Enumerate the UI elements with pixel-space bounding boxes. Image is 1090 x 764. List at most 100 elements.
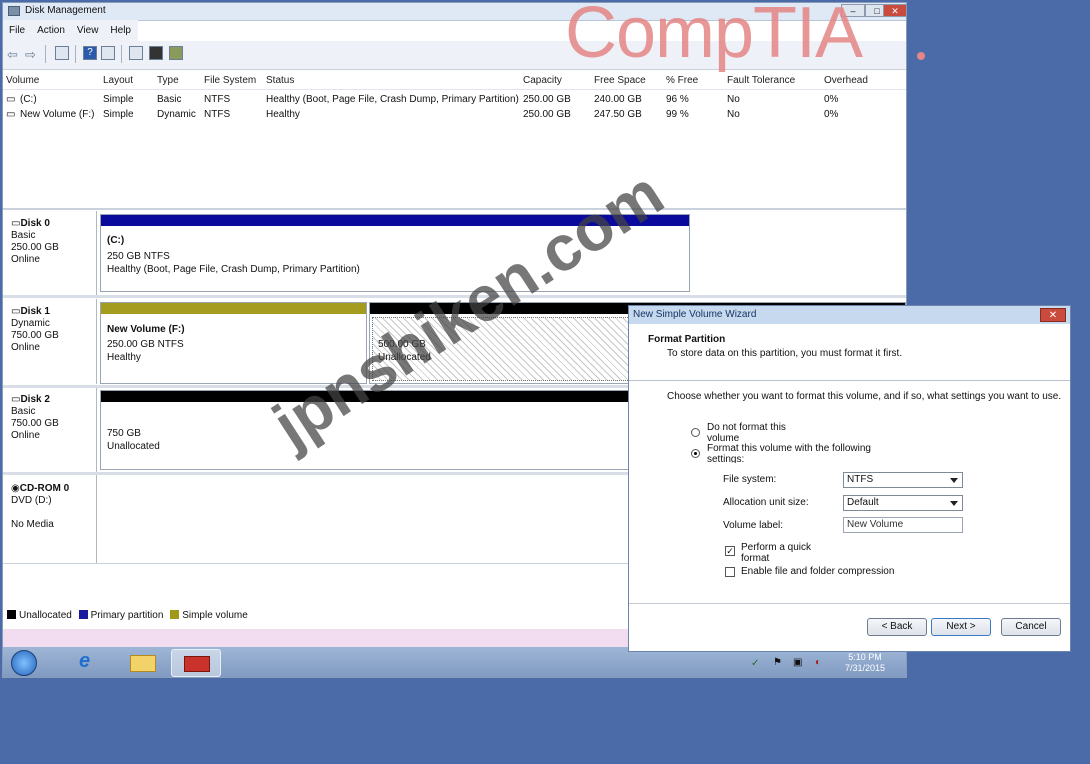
- cell-free: 247.50 GB: [594, 109, 642, 120]
- col-layout[interactable]: Layout: [103, 75, 133, 86]
- cell-fs: NTFS: [204, 109, 231, 120]
- legend-unallocated: Unallocated: [19, 610, 72, 621]
- compression-checkbox[interactable]: [725, 567, 735, 577]
- col-fault-tolerance[interactable]: Fault Tolerance: [727, 75, 795, 86]
- col-free-space[interactable]: Free Space: [594, 75, 646, 86]
- col-capacity[interactable]: Capacity: [523, 75, 562, 86]
- disk-kind: Dynamic: [11, 318, 50, 329]
- disk-name: CD-ROM 0: [19, 483, 70, 494]
- volume-muted-icon[interactable]: ◐: [815, 657, 821, 668]
- radio-format-volume-label: Format this volume with the following se…: [707, 443, 871, 463]
- partition-status: Healthy (Boot, Page File, Crash Dump, Pr…: [107, 264, 360, 275]
- toolbox-app-icon[interactable]: [171, 649, 221, 677]
- col-type[interactable]: Type: [157, 75, 179, 86]
- comptia-logo: CompTIA: [565, 0, 863, 73]
- legend-swatch-primary: [78, 610, 88, 619]
- disk-size: 750.00 GB: [11, 418, 59, 429]
- allocation-unit-value: Default: [847, 497, 879, 508]
- compression-label: Enable file and folder compression: [741, 566, 895, 577]
- options-icon[interactable]: [169, 46, 183, 60]
- cell-volume: New Volume (F:): [20, 109, 95, 120]
- col-status[interactable]: Status: [266, 75, 294, 86]
- allocation-unit-label: Allocation unit size:: [723, 497, 809, 508]
- disk-state: Online: [11, 430, 40, 441]
- help-icon[interactable]: ?: [83, 46, 97, 60]
- next-button[interactable]: Next >: [931, 618, 991, 636]
- menu-file[interactable]: File: [3, 20, 31, 41]
- col-overhead[interactable]: Overhead: [824, 75, 868, 86]
- refresh-icon[interactable]: [129, 46, 143, 60]
- pane-splitter[interactable]: [3, 208, 906, 210]
- close-button[interactable]: ✕: [883, 4, 906, 17]
- disk-2-info[interactable]: ▭Disk 2 Basic 750.00 GB Online: [11, 394, 95, 442]
- volume-drive-icon: ▭: [6, 94, 16, 105]
- cell-free: 240.00 GB: [594, 94, 642, 105]
- start-button-icon[interactable]: [11, 650, 37, 676]
- cell-type: Dynamic: [157, 109, 196, 120]
- radio-do-not-format[interactable]: [691, 428, 700, 437]
- legend-primary: Primary partition: [90, 610, 164, 621]
- disk-0-info[interactable]: ▭Disk 0 Basic 250.00 GB Online: [11, 218, 95, 266]
- disk-divider: [96, 299, 97, 384]
- back-arrow-icon[interactable]: ⇦: [7, 47, 18, 63]
- file-system-select[interactable]: NTFS: [843, 472, 963, 488]
- cell-capacity: 250.00 GB: [523, 94, 571, 105]
- toolbar-separator: [75, 45, 76, 63]
- toolbar-separator: [121, 45, 122, 63]
- disk-size: 250.00 GB: [11, 242, 59, 253]
- disk-state: No Media: [11, 519, 54, 530]
- cell-pct: 96 %: [666, 94, 689, 105]
- radio-format-volume[interactable]: [691, 449, 700, 458]
- disk-state: Online: [11, 254, 40, 265]
- clock[interactable]: 5:10 PM 7/31/2015: [839, 652, 891, 674]
- properties-icon[interactable]: [101, 46, 115, 60]
- volume-label-input[interactable]: New Volume: [843, 517, 963, 533]
- menu-action[interactable]: Action: [31, 20, 71, 41]
- disk-kind: Basic: [11, 406, 36, 417]
- quick-format-checkbox[interactable]: ✓: [725, 546, 735, 556]
- col-file-system[interactable]: File System: [204, 75, 256, 86]
- window-title: Disk Management: [25, 5, 106, 16]
- cancel-button[interactable]: Cancel: [1001, 618, 1061, 636]
- partition-size: 250 GB NTFS: [107, 251, 170, 262]
- table-row[interactable]: ▭ (C:) Simple Basic NTFS Healthy (Boot, …: [3, 94, 906, 108]
- wizard-close-button[interactable]: ✕: [1040, 308, 1066, 322]
- allocation-unit-select[interactable]: Default: [843, 495, 963, 511]
- cdrom-icon: ◉: [11, 483, 20, 494]
- file-system-label: File system:: [723, 474, 777, 485]
- table-row[interactable]: ▭ New Volume (F:) Simple Dynamic NTFS He…: [3, 109, 906, 123]
- cell-capacity: 250.00 GB: [523, 109, 571, 120]
- toolbar-separator: [45, 45, 46, 63]
- file-explorer-icon[interactable]: [118, 649, 168, 677]
- forward-arrow-icon[interactable]: ⇨: [25, 47, 36, 63]
- partition-size: 250.00 GB NTFS: [107, 339, 184, 350]
- back-button[interactable]: < Back: [867, 618, 927, 636]
- format-question: Choose whether you want to format this v…: [667, 391, 1062, 402]
- rescan-disks-icon[interactable]: [149, 46, 163, 60]
- partition-status: Healthy: [107, 352, 141, 363]
- cdrom-0-info[interactable]: ◉CD-ROM 0 DVD (D:) No Media: [11, 483, 95, 531]
- wizard-heading: Format Partition: [648, 334, 726, 345]
- action-center-icon[interactable]: ✓: [751, 658, 759, 669]
- show-hide-tree-icon[interactable]: [55, 46, 69, 60]
- cell-layout: Simple: [103, 94, 134, 105]
- col-volume[interactable]: Volume: [6, 75, 39, 86]
- internet-explorer-icon[interactable]: e: [65, 649, 115, 677]
- partition-title: New Volume (F:): [107, 324, 185, 335]
- network-icon[interactable]: ▣: [793, 657, 802, 668]
- legend-swatch-unallocated: [7, 610, 16, 619]
- col-pct-free[interactable]: % Free: [666, 75, 698, 86]
- chevron-down-icon: [950, 478, 958, 483]
- disk-1-info[interactable]: ▭Disk 1 Dynamic 750.00 GB Online: [11, 306, 95, 354]
- flag-icon[interactable]: ⚑: [773, 657, 782, 668]
- cell-fault: No: [727, 109, 740, 120]
- menu-help[interactable]: Help: [104, 20, 137, 41]
- cell-overhead: 0%: [824, 109, 839, 120]
- chevron-down-icon: [950, 501, 958, 506]
- disk-name: Disk 1: [20, 306, 50, 317]
- wizard-header: Format Partition To store data on this p…: [629, 324, 1070, 381]
- cell-overhead: 0%: [824, 94, 839, 105]
- menu-view[interactable]: View: [71, 20, 105, 41]
- disk-name: Disk 0: [20, 218, 50, 229]
- unallocated-label: Unallocated: [107, 441, 160, 452]
